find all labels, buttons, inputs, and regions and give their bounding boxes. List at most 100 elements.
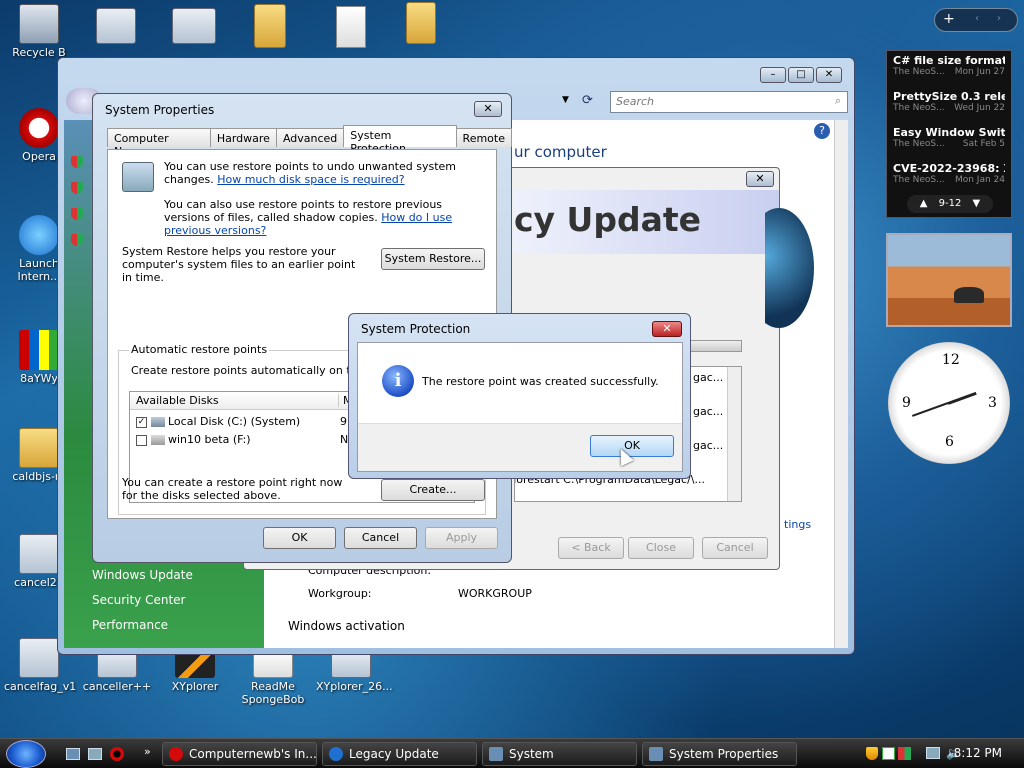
document-shortcut-icon[interactable] [336,6,366,48]
activation-heading: Windows activation [288,619,405,633]
settings-shortcut-icon[interactable] [96,8,136,44]
next-icon[interactable]: › [997,13,1001,24]
taskbar-item-system[interactable]: System [482,742,637,766]
ok-button[interactable]: OK [590,435,674,457]
switch-windows-icon[interactable] [88,748,102,760]
create-button[interactable]: Create... [381,479,485,501]
vertical-scrollbar[interactable] [834,120,848,648]
close-button[interactable]: ✕ [474,101,502,117]
system-restore-button[interactable]: System Restore... [381,248,485,270]
window-shortcut-icon[interactable] [172,8,216,44]
change-settings-link[interactable]: tings [784,518,811,531]
feed-title: CVE-2022-23968: Xer... [893,162,1005,175]
shield-icon [71,234,83,246]
system-properties-icon [649,747,663,761]
clock-time[interactable]: 8:12 PM [954,746,1002,760]
col-available-disks[interactable]: Available Disks [136,394,219,407]
tab-remote[interactable]: Remote [455,128,512,147]
slideshow-gadget[interactable] [886,233,1012,327]
feed-pager[interactable]: ▲ 9-12 ▼ [907,195,993,213]
link-performance[interactable]: Performance [92,618,168,632]
maximize-button[interactable]: □ [788,67,814,83]
folder-shortcut-icon[interactable] [254,4,286,48]
feed-item[interactable]: Easy Window Switch... The NeoS... Sat Feb… [887,123,1011,159]
minimize-button[interactable]: – [760,67,786,83]
feed-item[interactable]: PrettySize 0.3 releas... The NeoS... Wed … [887,87,1011,123]
desktop-icon-xyplorer[interactable]: XYplorer [160,650,230,693]
cancel-wizard-button[interactable]: Cancel [702,537,768,559]
taskbar-item-label: Computernewb's In... [189,747,317,761]
feed-title: Easy Window Switch... [893,126,1005,139]
link-security-center[interactable]: Security Center [92,593,185,607]
search-input[interactable]: Search ⌕ [610,91,848,113]
close-wizard-button[interactable]: Close [628,537,694,559]
security-shield-icon[interactable] [866,747,878,760]
link-windows-update[interactable]: Windows Update [92,568,193,582]
drive-icon [150,417,165,427]
start-button[interactable] [6,740,46,768]
taskbar-item-opera[interactable]: Computernewb's In... [162,742,317,766]
apply-button[interactable]: Apply [425,527,498,549]
ok-button[interactable]: OK [263,527,336,549]
sidebar-controls[interactable]: + ‹ › [934,8,1018,32]
add-gadget-icon[interactable]: + [943,11,955,27]
feed-source: The NeoS... [893,139,945,149]
desktop-icon-label: XYplorer [171,680,219,693]
opera-quicklaunch-icon[interactable] [110,747,124,761]
system-tray: 🔈 8:12 PM [854,739,1024,768]
folder-shortcut-icon[interactable] [406,2,436,44]
close-button[interactable]: ✕ [816,67,842,83]
disk-checkbox[interactable] [136,434,147,446]
down-arrow-icon[interactable]: ▼ [973,198,981,209]
system-icon [489,747,503,761]
legacy-update-icon [329,747,343,761]
cancel-button[interactable]: Cancel [344,527,417,549]
tab-system-protection[interactable]: System Protection [343,125,457,155]
prev-icon[interactable]: ‹ [975,13,979,24]
desktop-icon-label: 8aYWy [20,372,58,385]
disk-name: Local Disk (C:) (System) [168,415,301,428]
vertical-scrollbar[interactable] [727,367,741,501]
checklist-icon[interactable] [882,747,895,760]
search-icon: ⌕ [834,94,841,107]
folder-icon [19,428,59,468]
taskbar-item-system-properties[interactable]: System Properties [642,742,797,766]
tab-hardware[interactable]: Hardware [209,128,277,147]
feed-title: PrettySize 0.3 releas... [893,90,1005,103]
up-arrow-icon[interactable]: ▲ [920,198,928,209]
feed-page: 9-12 [938,198,962,209]
desktop-icon-canceller[interactable]: canceller++ [82,650,152,693]
tab-computer-name[interactable]: Computer Name [107,128,211,158]
desktop-icon-xyplorer-26[interactable]: XYplorer_26... [316,650,393,693]
feed-item[interactable]: CVE-2022-23968: Xer... The NeoS... Mon Ja… [887,159,1011,195]
refresh-icon[interactable]: ⟳ [582,93,593,108]
feed-source: The NeoS... [893,103,945,113]
drive-icon [150,435,165,445]
opera-icon [169,747,183,761]
disk-most-recent: 9 [340,415,347,428]
taskbar-item-legacy-update[interactable]: Legacy Update [322,742,477,766]
help-icon[interactable]: ? [814,123,830,139]
back-button[interactable]: < Back [558,537,624,559]
chevron-icon[interactable]: » [144,745,151,758]
close-button[interactable]: ✕ [746,171,774,187]
security-center-icon[interactable] [898,747,911,760]
tab-advanced[interactable]: Advanced [275,128,345,147]
show-desktop-icon[interactable] [66,748,80,760]
disk-space-link[interactable]: How much disk space is required? [217,173,404,186]
clock-hour-hand [947,391,977,405]
taskbar-item-label: System [509,747,554,761]
messagebox-title: System Protection [361,322,471,336]
workgroup-value: WORKGROUP [458,587,532,600]
desktop-icon-readme[interactable]: ReadMe SpongeBob [238,650,308,706]
address-dropdown-icon[interactable]: ▼ [562,95,569,105]
close-button[interactable]: ✕ [652,321,682,337]
disk-checkbox[interactable]: ✓ [136,416,147,428]
taskbar-item-label: System Properties [669,747,779,761]
log-line: gac... [693,371,724,384]
recycle-bin-icon [19,4,59,44]
feed-item[interactable]: C# file size formatting... The NeoS... Mo… [887,51,1011,87]
desktop-icon-recycle-bin[interactable]: Recycle B [4,4,74,59]
progress-bar [690,340,742,352]
network-icon[interactable] [926,747,940,759]
